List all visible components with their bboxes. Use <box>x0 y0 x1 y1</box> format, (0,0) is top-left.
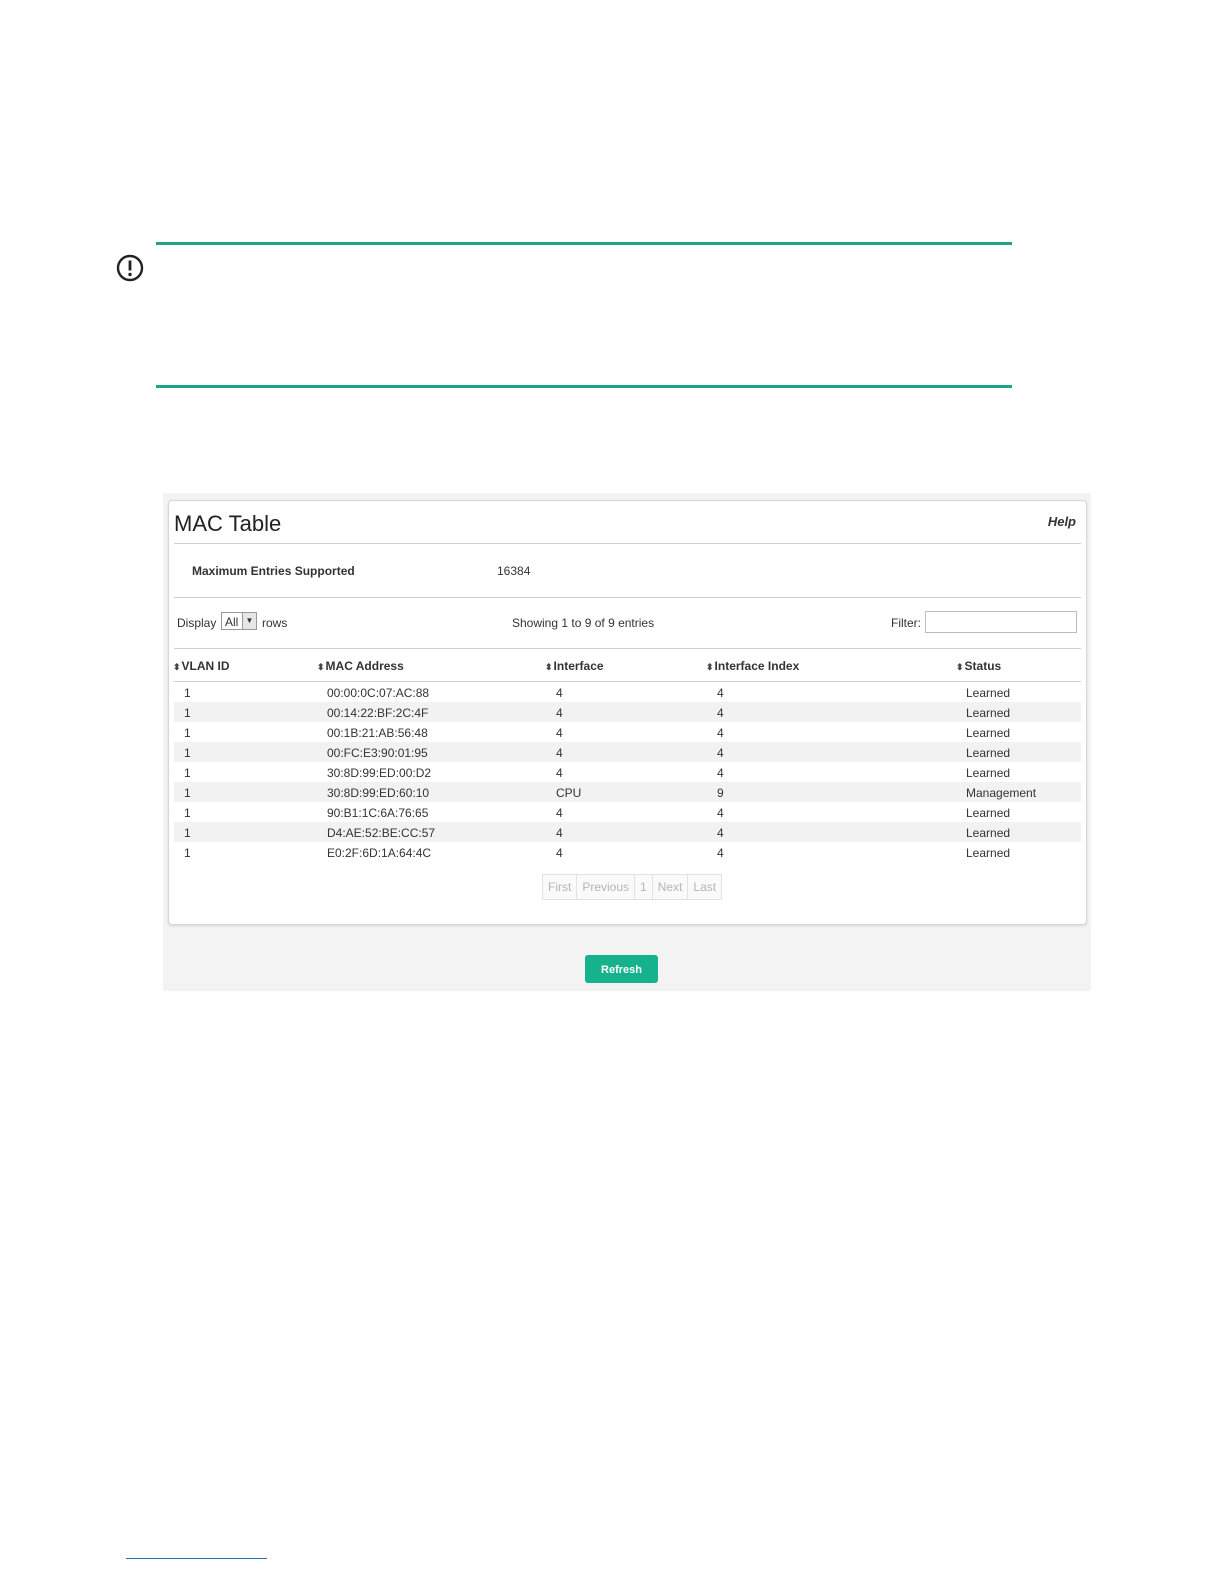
cell-mac: 90:B1:1C:6A:76:65 <box>327 806 429 820</box>
pagination: First Previous 1 Next Last <box>542 874 723 900</box>
pagination-previous-button[interactable]: Previous <box>577 875 636 899</box>
rows-label: rows <box>262 616 288 630</box>
title-divider <box>174 543 1081 544</box>
table-row: 1 00:00:0C:07:AC:88 4 4 Learned <box>174 682 1081 702</box>
cell-mac: 30:8D:99:ED:60:10 <box>327 786 430 800</box>
notice-bottom-rule <box>156 385 1012 388</box>
cell-interface: 4 <box>556 806 563 820</box>
sort-icon: ⬍ <box>956 662 964 672</box>
table-row: 1 90:B1:1C:6A:76:65 4 4 Learned <box>174 802 1081 822</box>
notice-top-rule <box>156 242 1012 245</box>
cell-status: Management <box>966 786 1037 800</box>
cell-interface: 4 <box>556 826 563 840</box>
display-label: Display <box>177 616 217 630</box>
cell-interface: 4 <box>556 726 563 740</box>
cell-vlan: 1 <box>184 706 191 720</box>
cell-interface: 4 <box>556 846 563 860</box>
column-header-interface-index[interactable]: ⬍Interface Index <box>706 659 799 673</box>
table-row: 1 E0:2F:6D:1A:64:4C 4 4 Learned <box>174 842 1081 862</box>
cell-status: Learned <box>966 826 1011 840</box>
cell-interface-index: 4 <box>717 826 724 840</box>
cell-status: Learned <box>966 746 1011 760</box>
cell-status: Learned <box>966 686 1011 700</box>
max-entries-label: Maximum Entries Supported <box>192 564 355 578</box>
mac-table-card: MAC Table Help Maximum Entries Supported… <box>168 500 1087 925</box>
cell-vlan: 1 <box>184 786 191 800</box>
cell-status: Learned <box>966 806 1011 820</box>
cell-interface-index: 4 <box>717 806 724 820</box>
page-title: MAC Table <box>174 511 282 536</box>
pagination-page-1[interactable]: 1 <box>635 875 653 899</box>
cell-status: Learned <box>966 726 1011 740</box>
display-selected-value: All <box>225 615 239 629</box>
cell-status: Learned <box>966 706 1011 720</box>
cell-interface: 4 <box>556 706 563 720</box>
footnote-rule <box>126 1558 267 1559</box>
cell-status: Learned <box>966 846 1011 860</box>
cell-vlan: 1 <box>184 826 191 840</box>
cell-mac: E0:2F:6D:1A:64:4C <box>327 846 432 860</box>
cell-mac: 00:1B:21:AB:56:48 <box>327 726 428 740</box>
help-link[interactable]: Help <box>1048 514 1076 529</box>
cell-interface-index: 4 <box>717 746 724 760</box>
cell-mac: 00:FC:E3:90:01:95 <box>327 746 428 760</box>
table-row: 1 00:1B:21:AB:56:48 4 4 Learned <box>174 722 1081 742</box>
sort-icon: ⬍ <box>173 662 181 672</box>
cell-interface-index: 4 <box>717 686 724 700</box>
pagination-first-button[interactable]: First <box>543 875 578 899</box>
table-row: 1 30:8D:99:ED:60:10 CPU 9 Management <box>174 782 1081 802</box>
column-header-status[interactable]: ⬍Status <box>956 659 1001 673</box>
refresh-button[interactable]: Refresh <box>585 955 658 983</box>
chevron-down-icon[interactable]: ▼ <box>242 613 256 629</box>
display-rows-select[interactable]: All ▼ <box>221 612 257 630</box>
section-divider <box>174 597 1081 598</box>
cell-interface: 4 <box>556 686 563 700</box>
cell-interface-index: 4 <box>717 766 724 780</box>
cell-status: Learned <box>966 766 1011 780</box>
cell-interface: CPU <box>556 786 582 800</box>
table-row: 1 00:FC:E3:90:01:95 4 4 Learned <box>174 742 1081 762</box>
filter-input[interactable] <box>925 611 1077 633</box>
table-row: 1 30:8D:99:ED:00:D2 4 4 Learned <box>174 762 1081 782</box>
table-row: 1 00:14:22:BF:2C:4F 4 4 Learned <box>174 702 1081 722</box>
cell-interface-index: 9 <box>717 786 724 800</box>
filter-label: Filter: <box>891 616 921 630</box>
cell-vlan: 1 <box>184 766 191 780</box>
cell-interface: 4 <box>556 746 563 760</box>
cell-mac: 00:14:22:BF:2C:4F <box>327 706 429 720</box>
cell-interface-index: 4 <box>717 706 724 720</box>
header-top-divider <box>174 648 1081 649</box>
table-row: 1 D4:AE:52:BE:CC:57 4 4 Learned <box>174 822 1081 842</box>
column-header-interface[interactable]: ⬍Interface <box>545 659 604 673</box>
sort-icon: ⬍ <box>706 662 714 672</box>
column-header-vlan-id[interactable]: ⬍VLAN ID <box>173 659 230 673</box>
sort-icon: ⬍ <box>545 662 553 672</box>
cell-mac: 30:8D:99:ED:00:D2 <box>327 766 432 780</box>
entries-info: Showing 1 to 9 of 9 entries <box>512 616 655 630</box>
cell-mac: D4:AE:52:BE:CC:57 <box>327 826 436 840</box>
cell-interface-index: 4 <box>717 846 724 860</box>
pagination-last-button[interactable]: Last <box>688 875 722 899</box>
important-icon <box>116 254 144 282</box>
column-header-mac-address[interactable]: ⬍MAC Address <box>317 659 404 673</box>
cell-vlan: 1 <box>184 726 191 740</box>
max-entries-value: 16384 <box>497 564 531 578</box>
cell-vlan: 1 <box>184 746 191 760</box>
sort-icon: ⬍ <box>317 662 325 672</box>
cell-vlan: 1 <box>184 686 191 700</box>
cell-interface: 4 <box>556 766 563 780</box>
cell-mac: 00:00:0C:07:AC:88 <box>327 686 430 700</box>
cell-interface-index: 4 <box>717 726 724 740</box>
mac-table-screenshot: MAC Table Help Maximum Entries Supported… <box>163 493 1091 991</box>
cell-vlan: 1 <box>184 846 191 860</box>
pagination-next-button[interactable]: Next <box>652 875 689 899</box>
cell-vlan: 1 <box>184 806 191 820</box>
